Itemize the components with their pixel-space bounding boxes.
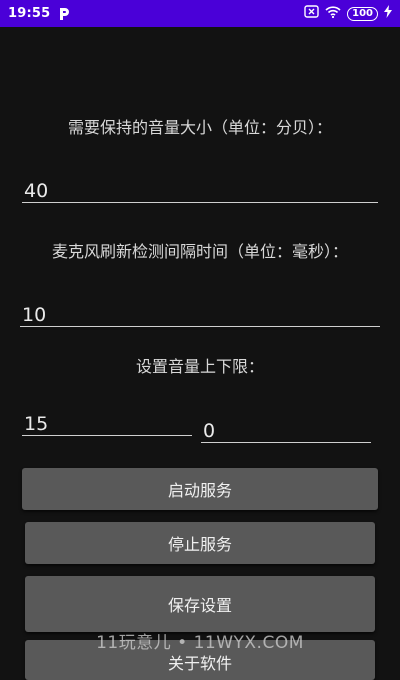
watermark: 11玩意儿 • 11WYX.COM — [96, 633, 304, 653]
volume-input[interactable]: 40 — [22, 168, 378, 203]
status-left: 19:55 — [8, 6, 70, 21]
range-low-input[interactable]: 15 — [22, 400, 192, 436]
status-right: 100 — [304, 5, 392, 22]
range-high-input[interactable]: 0 — [201, 404, 371, 443]
status-time: 19:55 — [8, 6, 51, 21]
interval-input[interactable]: 10 — [20, 292, 380, 327]
volume-label: 需要保持的音量大小（单位：分贝）： — [67, 118, 332, 137]
range-label: 设置音量上下限： — [135, 357, 264, 376]
status-bar: 19:55 100 — [0, 0, 400, 27]
no-sim-icon — [304, 5, 319, 22]
battery-icon: 100 — [347, 6, 378, 21]
wifi-icon — [325, 5, 341, 22]
save-settings-button[interactable]: 保存设置 — [25, 576, 375, 632]
stop-service-button[interactable]: 停止服务 — [25, 522, 375, 564]
interval-label: 麦克风刷新检测间隔时间（单位：毫秒）： — [51, 242, 348, 261]
charging-icon — [384, 5, 392, 22]
start-service-button[interactable]: 启动服务 — [22, 468, 378, 510]
parking-app-icon — [58, 7, 70, 21]
